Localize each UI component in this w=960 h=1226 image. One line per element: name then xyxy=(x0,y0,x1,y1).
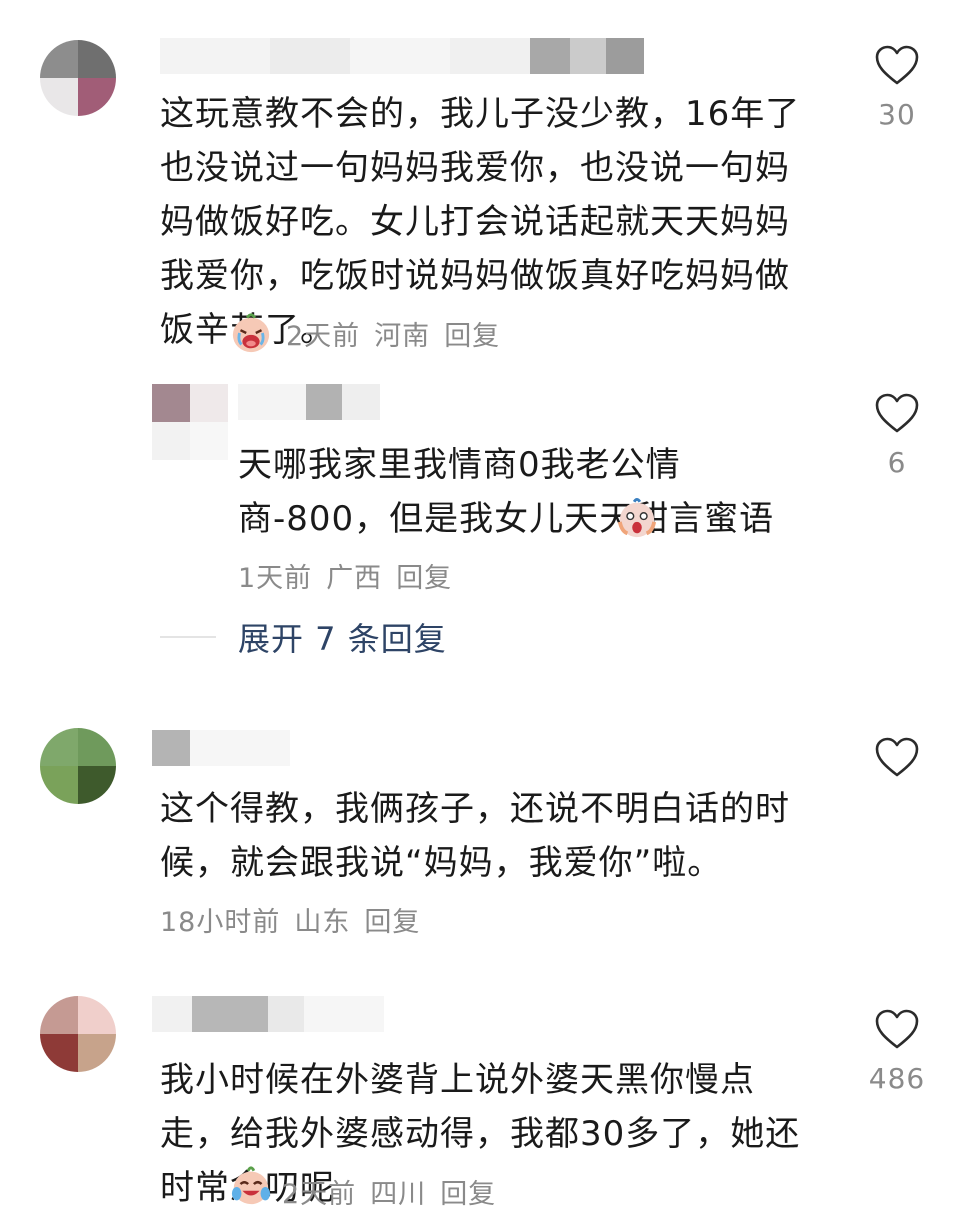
comment-meta: 2天前 四川 回复 xyxy=(282,1172,496,1211)
comment-text-content: 这个得教，我俩孩子，还说不明白话的时候，就会跟我说“妈妈，我爱你”啦。 xyxy=(160,789,790,883)
crying-face-icon xyxy=(232,313,270,353)
avatar[interactable] xyxy=(152,384,228,460)
heart-icon xyxy=(875,393,919,433)
heart-icon xyxy=(875,1009,919,1049)
comment-time: 2天前 xyxy=(286,320,361,352)
comment-meta: 18小时前 山东 回复 xyxy=(160,900,420,939)
reply-button[interactable]: 回复 xyxy=(364,900,420,939)
comment-location: 山东 xyxy=(294,907,351,938)
reply-button[interactable]: 回复 xyxy=(396,556,452,595)
reply-text-content: 天哪我家里我情商0我老公情商-800，但是我女儿天天甜言蜜语 xyxy=(238,445,775,539)
reply-location: 广西 xyxy=(326,563,383,594)
reply-button[interactable]: 回复 xyxy=(444,314,500,353)
like-count: 6 xyxy=(887,446,907,479)
expand-replies[interactable]: 展开 7 条回复 xyxy=(160,614,447,660)
comment-time: 2天前 xyxy=(282,1179,357,1210)
username[interactable] xyxy=(160,38,644,74)
comment-list: 这玩意教不会的，我儿子没少教，16年了也没说过一句妈妈我爱你，也没说一句妈妈做饭… xyxy=(0,0,960,1226)
like-button[interactable]: 486 xyxy=(866,1008,928,1095)
avatar[interactable] xyxy=(40,996,116,1072)
reply-text: 天哪我家里我情商0我老公情商-800，但是我女儿天天甜言蜜语 xyxy=(238,438,818,546)
tears-of-joy-face-icon xyxy=(231,1166,271,1205)
heart-icon xyxy=(875,737,919,777)
like-button[interactable] xyxy=(866,736,928,790)
heart-icon xyxy=(875,45,919,85)
screaming-face-icon xyxy=(617,497,657,538)
expand-replies-label[interactable]: 展开 7 条回复 xyxy=(238,614,447,660)
avatar[interactable] xyxy=(40,728,116,804)
like-button[interactable]: 30 xyxy=(866,44,928,131)
avatar[interactable] xyxy=(40,40,116,116)
reply-time: 1天前 xyxy=(238,563,313,594)
reply-meta: 1天前 广西 回复 xyxy=(238,556,452,595)
reply-button[interactable]: 回复 xyxy=(440,1172,496,1211)
comment-meta: 2天前 河南 回复 xyxy=(230,312,500,354)
comment-time: 18小时前 xyxy=(160,907,281,938)
username[interactable] xyxy=(238,384,380,420)
username[interactable] xyxy=(152,730,290,766)
comment-location: 四川 xyxy=(370,1179,427,1210)
comment-location: 河南 xyxy=(374,320,431,352)
expand-divider xyxy=(160,636,216,638)
comment-text: 这个得教，我俩孩子，还说不明白话的时候，就会跟我说“妈妈，我爱你”啦。 xyxy=(160,782,820,890)
like-count: 30 xyxy=(878,98,916,131)
like-button[interactable]: 6 xyxy=(866,392,928,479)
like-count: 486 xyxy=(868,1062,926,1095)
username[interactable] xyxy=(152,996,384,1032)
